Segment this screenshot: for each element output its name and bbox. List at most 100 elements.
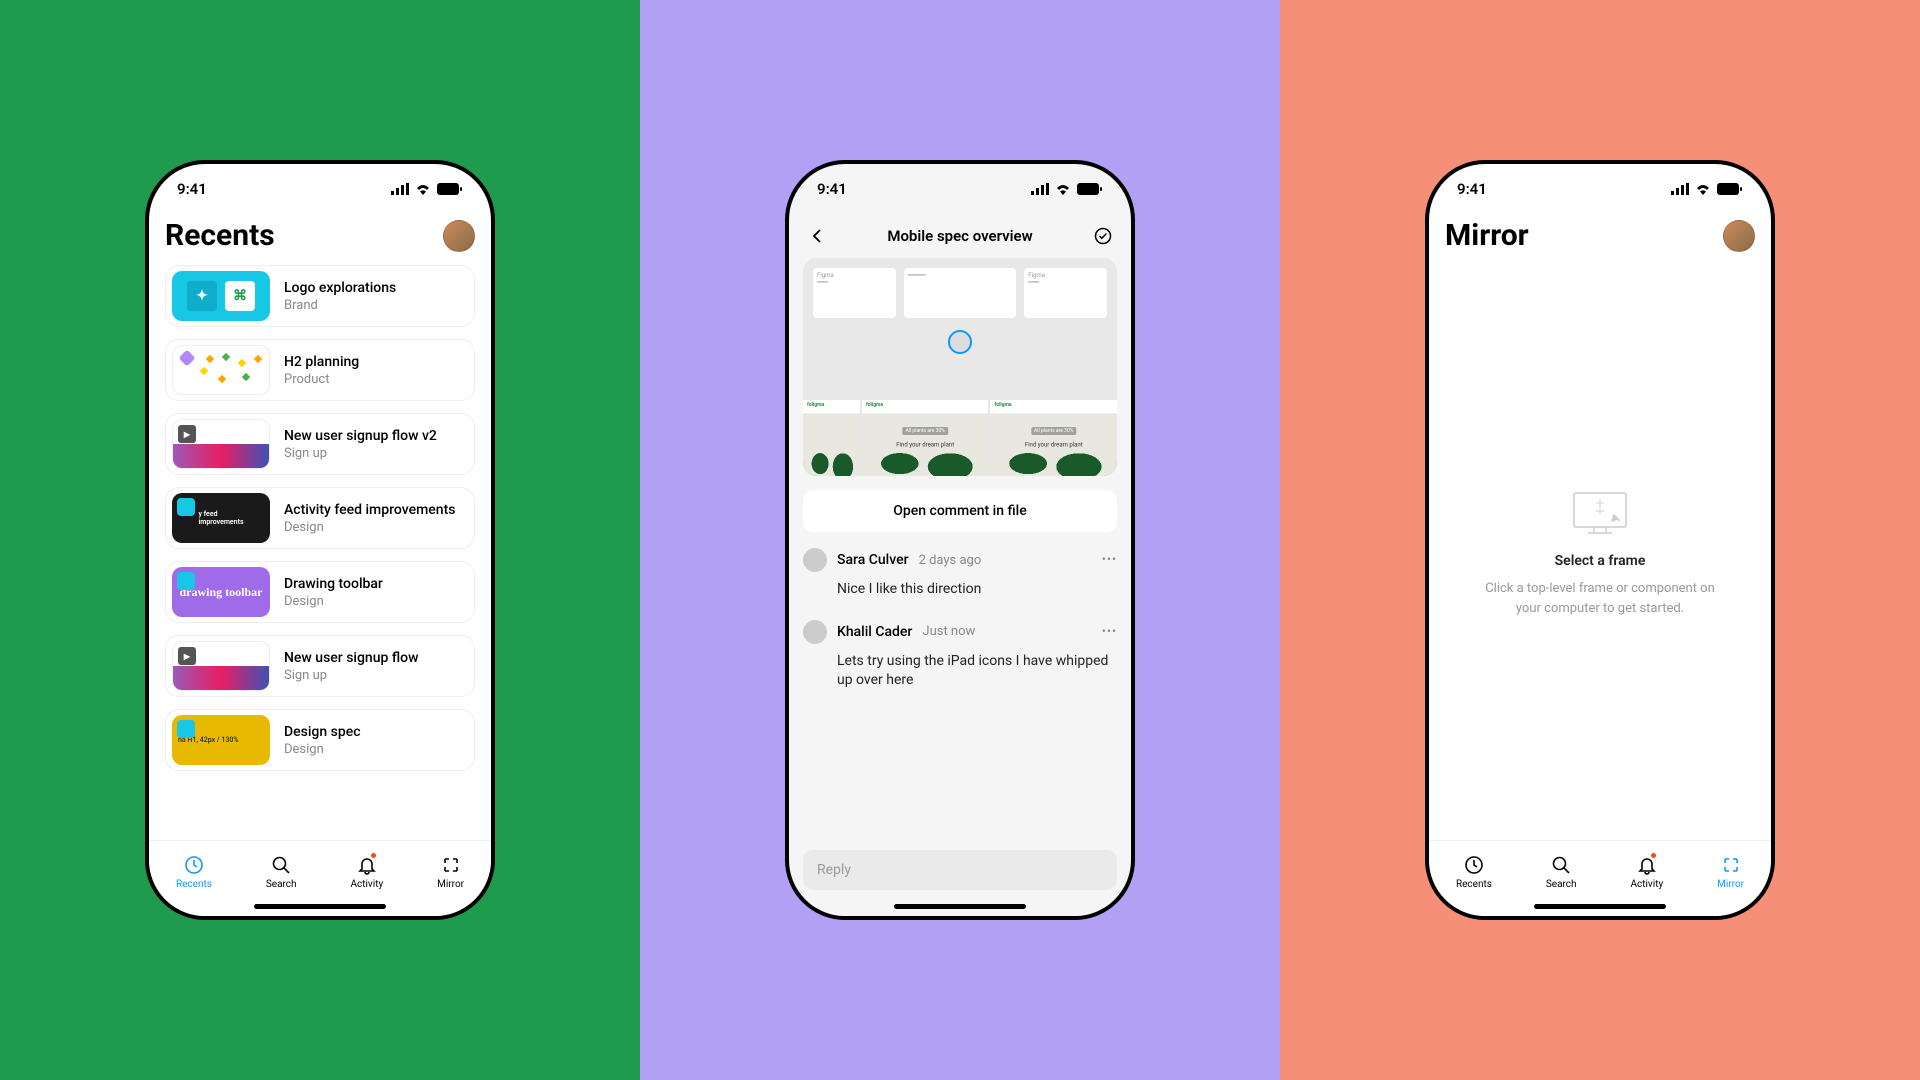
- canvas-preview[interactable]: Figma━━━ ━━━━━ Figma━━━ foligma foligma …: [803, 258, 1117, 476]
- status-bar: 9:41: [789, 164, 1131, 214]
- multiplayer-cursor-avatar: [948, 330, 972, 354]
- frame-illustration-icon: [1564, 487, 1636, 543]
- file-card[interactable]: ▶ New user signup flow Sign up: [165, 635, 475, 697]
- preview-promo: All plants are 30%: [902, 427, 947, 435]
- avatar[interactable]: [443, 220, 475, 252]
- tab-mirror[interactable]: Mirror: [1717, 854, 1744, 890]
- reply-input[interactable]: Reply: [803, 850, 1117, 890]
- home-indicator[interactable]: [254, 904, 386, 909]
- file-thumbnail: drawing toolbar: [172, 567, 270, 617]
- comment-time: Just now: [922, 624, 975, 639]
- wifi-icon: [1695, 183, 1711, 195]
- open-comment-button[interactable]: Open comment in file: [803, 490, 1117, 532]
- file-project: Sign up: [284, 446, 437, 461]
- cellular-icon: [1671, 183, 1689, 195]
- tab-label: Activity: [1630, 879, 1663, 890]
- comment-avatar[interactable]: [803, 548, 827, 572]
- comment: Sara Culver 2 days ago ••• Nice I like t…: [803, 548, 1117, 600]
- content: Figma━━━ ━━━━━ Figma━━━ foligma foligma …: [789, 258, 1131, 916]
- tab-label: Mirror: [437, 879, 464, 890]
- preview-hero: Find your dream plant: [1025, 442, 1083, 449]
- tab-label: Activity: [350, 879, 383, 890]
- nav-bar: Mobile spec overview: [789, 214, 1131, 258]
- wifi-icon: [415, 183, 431, 195]
- page-title: Recents: [165, 218, 275, 253]
- content: Recents ✦⌘ Logo explorations Brand: [149, 214, 491, 840]
- phone-comments: 9:41 Mobile spec overview Figma━━━ ━━━━━: [785, 160, 1135, 920]
- file-list: ✦⌘ Logo explorations Brand: [165, 265, 475, 840]
- cellular-icon: [1031, 183, 1049, 195]
- status-indicators: [1671, 183, 1743, 195]
- tab-activity[interactable]: Activity: [1630, 854, 1663, 890]
- empty-state-title: Select a frame: [1555, 553, 1646, 569]
- tab-recents[interactable]: Recents: [1456, 854, 1492, 890]
- empty-state-subtitle: Click a top-level frame or component on …: [1480, 579, 1720, 618]
- phone-recents: 9:41 Recents ✦⌘ Logo explorations: [145, 160, 495, 920]
- panel-mirror: 9:41 Mirror: [1280, 0, 1920, 1080]
- comment-more-button[interactable]: •••: [1102, 624, 1117, 638]
- file-thumbnail: na H1, 42px / 130%: [172, 715, 270, 765]
- comment-more-button[interactable]: •••: [1102, 552, 1117, 566]
- preview-brand: foligma: [862, 400, 989, 414]
- search-icon: [270, 854, 292, 876]
- status-bar: 9:41: [149, 164, 491, 214]
- search-icon: [1550, 854, 1572, 876]
- content: Mirror Select a frame Click a top-level …: [1429, 214, 1771, 840]
- header: Mirror: [1445, 214, 1755, 265]
- back-button[interactable]: [803, 222, 831, 250]
- tab-recents[interactable]: Recents: [176, 854, 212, 890]
- file-name: H2 planning: [284, 354, 359, 370]
- file-card[interactable]: ✦⌘ Logo explorations Brand: [165, 265, 475, 327]
- tab-mirror[interactable]: Mirror: [437, 854, 464, 890]
- notification-badge: [370, 852, 377, 859]
- file-name: New user signup flow v2: [284, 428, 437, 444]
- battery-icon: [437, 183, 463, 195]
- file-name: Logo explorations: [284, 280, 396, 296]
- tab-label: Recents: [176, 879, 212, 890]
- tab-search[interactable]: Search: [1546, 854, 1577, 890]
- avatar[interactable]: [1723, 220, 1755, 252]
- comment-author: Sara Culver: [837, 552, 909, 568]
- file-card[interactable]: H2 planning Product: [165, 339, 475, 401]
- status-indicators: [1031, 183, 1103, 195]
- file-card[interactable]: ▶ New user signup flow v2 Sign up: [165, 413, 475, 475]
- file-thumbnail: ▶: [172, 641, 270, 691]
- tab-label: Recents: [1456, 879, 1492, 890]
- status-time: 9:41: [817, 180, 847, 198]
- status-bar: 9:41: [1429, 164, 1771, 214]
- tab-label: Mirror: [1717, 879, 1744, 890]
- file-thumbnail: ✦⌘: [172, 271, 270, 321]
- battery-icon: [1717, 183, 1743, 195]
- file-card[interactable]: y feedimprovements Activity feed improve…: [165, 487, 475, 549]
- panel-comments: 9:41 Mobile spec overview Figma━━━ ━━━━━: [640, 0, 1280, 1080]
- wifi-icon: [1055, 183, 1071, 195]
- panel-recents: 9:41 Recents ✦⌘ Logo explorations: [0, 0, 640, 1080]
- status-time: 9:41: [1457, 180, 1487, 198]
- file-name: New user signup flow: [284, 650, 418, 666]
- file-card[interactable]: drawing toolbar Drawing toolbar Design: [165, 561, 475, 623]
- header: Recents: [165, 214, 475, 265]
- preview-brand: foligma: [803, 400, 860, 414]
- file-thumbnail: ▶: [172, 419, 270, 469]
- home-indicator[interactable]: [894, 904, 1026, 909]
- tab-search[interactable]: Search: [266, 854, 297, 890]
- comment: Khalil Cader Just now ••• Lets try using…: [803, 620, 1117, 691]
- file-thumbnail: [172, 345, 270, 395]
- comment-avatar[interactable]: [803, 620, 827, 644]
- clock-icon: [183, 854, 205, 876]
- file-project: Product: [284, 372, 359, 387]
- file-card[interactable]: na H1, 42px / 130% Design spec Design: [165, 709, 475, 771]
- file-project: Design: [284, 594, 383, 609]
- empty-state: Select a frame Click a top-level frame o…: [1445, 265, 1755, 840]
- file-project: Design: [284, 520, 455, 535]
- home-indicator[interactable]: [1534, 904, 1666, 909]
- resolve-button[interactable]: [1089, 222, 1117, 250]
- file-name: Activity feed improvements: [284, 502, 455, 518]
- file-name: Design spec: [284, 724, 361, 740]
- phone-mirror: 9:41 Mirror: [1425, 160, 1775, 920]
- preview-brand: foligma: [990, 400, 1117, 414]
- preview-hero: Find your dream plant: [896, 442, 954, 449]
- file-project: Design: [284, 742, 361, 757]
- comment-time: 2 days ago: [919, 553, 982, 568]
- tab-activity[interactable]: Activity: [350, 854, 383, 890]
